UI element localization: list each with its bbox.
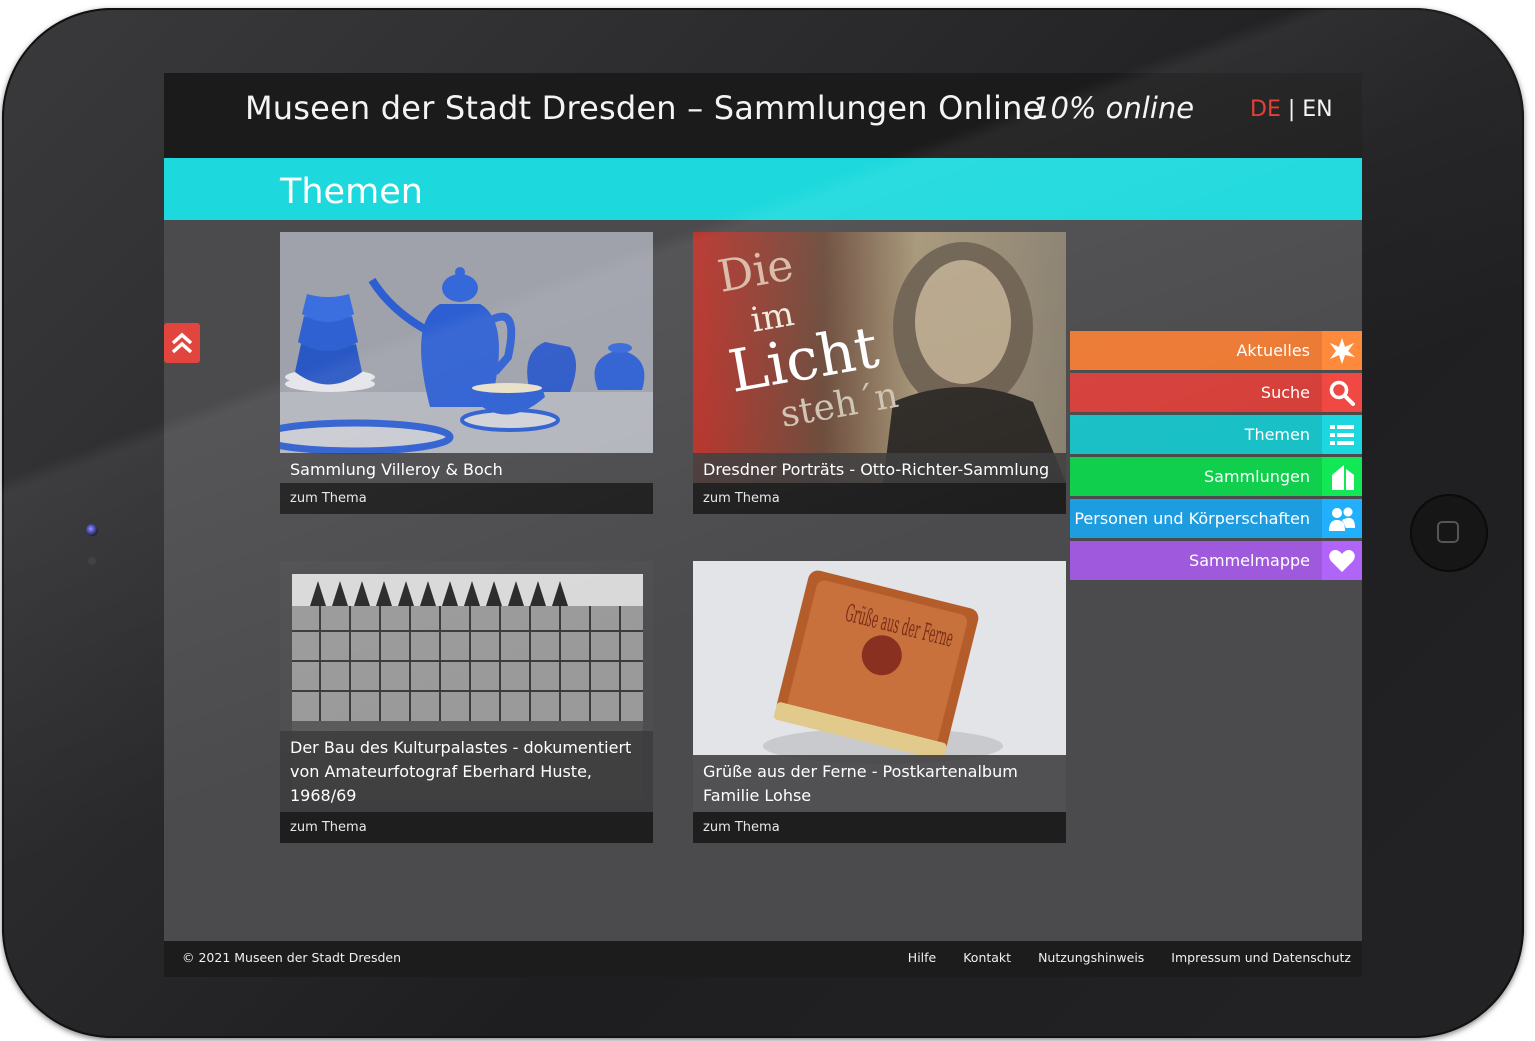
- home-button[interactable]: [1410, 494, 1488, 572]
- card-link[interactable]: zum Thema: [693, 812, 1066, 843]
- site-header: Museen der Stadt Dresden – Sammlungen On…: [164, 73, 1362, 158]
- porcelain-image: [280, 232, 653, 483]
- portrait-poster-image: Die im Licht steh´n: [693, 232, 1066, 483]
- page-banner: Themen: [164, 158, 1362, 220]
- footer-links: Hilfe Kontakt Nutzungshinweis Impressum …: [885, 950, 1351, 965]
- star-burst-icon: [1322, 331, 1362, 370]
- search-icon: [1322, 373, 1362, 412]
- menu-item-label: Sammlungen: [1204, 467, 1310, 486]
- camera-icon: [86, 524, 98, 536]
- card-link[interactable]: zum Thema: [280, 483, 653, 514]
- people-icon: [1322, 499, 1362, 538]
- card-link[interactable]: zum Thema: [280, 812, 653, 843]
- menu-item-sammlungen[interactable]: Sammlungen: [1070, 457, 1362, 496]
- theme-card[interactable]: Der Bau des Kulturpalastes - dokumentier…: [280, 561, 653, 843]
- screen: Museen der Stadt Dresden – Sammlungen On…: [164, 73, 1362, 977]
- menu-item-label: Personen und Körperschaften: [1074, 509, 1310, 528]
- card-title: Der Bau des Kulturpalastes - dokumentier…: [280, 731, 653, 813]
- menu-item-label: Sammelmappe: [1189, 551, 1310, 570]
- heart-icon: [1322, 541, 1362, 580]
- lang-separator: |: [1280, 97, 1303, 122]
- footer-link-impressum[interactable]: Impressum und Datenschutz: [1171, 950, 1351, 965]
- scroll-up-button[interactable]: [164, 323, 200, 363]
- menu-item-label: Themen: [1244, 425, 1310, 444]
- card-title: Dresdner Porträts - Otto-Richter-Sammlun…: [693, 453, 1066, 487]
- theme-card[interactable]: Sammlung Villeroy & Boch zum Thema: [280, 232, 653, 514]
- card-title: Grüße aus der Ferne - Postkartenalbum Fa…: [693, 755, 1066, 813]
- card-link[interactable]: zum Thema: [693, 483, 1066, 514]
- footer-link-nutzungshinweis[interactable]: Nutzungshinweis: [1038, 950, 1144, 965]
- menu-item-sammelmappe[interactable]: Sammelmappe: [1070, 541, 1362, 580]
- lang-de-link[interactable]: DE: [1250, 97, 1281, 122]
- card-title: Sammlung Villeroy & Boch: [280, 453, 653, 487]
- menu-item-suche[interactable]: Suche: [1070, 373, 1362, 412]
- online-percentage: 10% online: [1032, 91, 1195, 125]
- footer-link-hilfe[interactable]: Hilfe: [908, 950, 936, 965]
- double-chevron-up-icon: [171, 332, 193, 354]
- theme-card[interactable]: Grüße aus der Ferne Grüße aus der Ferne …: [693, 561, 1066, 843]
- menu-item-aktuelles[interactable]: Aktuelles: [1070, 331, 1362, 370]
- house-icon: [1322, 457, 1362, 496]
- copyright: © 2021 Museen der Stadt Dresden: [182, 950, 402, 965]
- page-title: Themen: [280, 172, 423, 212]
- language-switcher: DE | EN: [1250, 97, 1333, 122]
- sensor-icon: [88, 557, 96, 565]
- menu-item-label: Suche: [1260, 383, 1310, 402]
- theme-card[interactable]: Die im Licht steh´n Dresdner Porträts - …: [693, 232, 1066, 514]
- menu-item-label: Aktuelles: [1236, 341, 1310, 360]
- lang-en-link[interactable]: EN: [1302, 97, 1332, 122]
- menu-item-personen[interactable]: Personen und Körperschaften: [1070, 499, 1362, 538]
- side-menu: Aktuelles Suche Themen Sammlungen Person…: [1070, 331, 1362, 583]
- menu-item-themen[interactable]: Themen: [1070, 415, 1362, 454]
- site-footer: © 2021 Museen der Stadt Dresden Hilfe Ko…: [164, 941, 1362, 977]
- list-icon: [1322, 415, 1362, 454]
- footer-link-kontakt[interactable]: Kontakt: [963, 950, 1011, 965]
- site-title[interactable]: Museen der Stadt Dresden – Sammlungen On…: [245, 89, 1043, 127]
